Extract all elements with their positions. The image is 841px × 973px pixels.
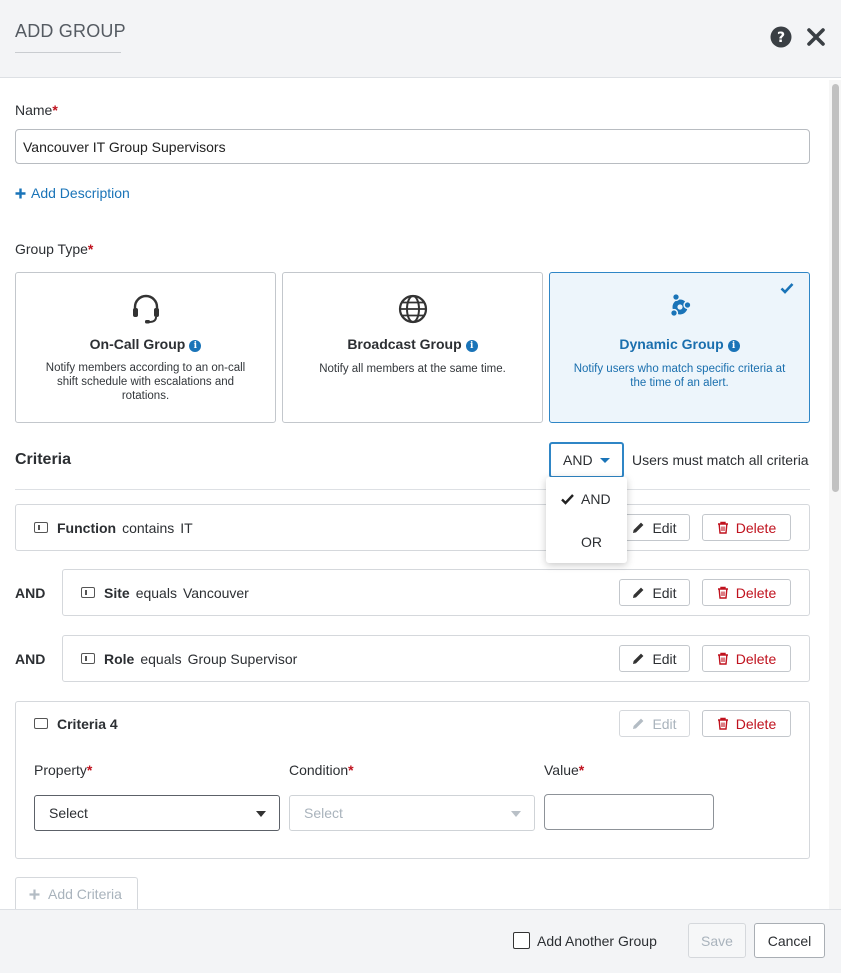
caret-down-icon xyxy=(256,811,266,817)
edit-button[interactable]: Edit xyxy=(619,579,690,606)
pencil-icon xyxy=(633,522,644,533)
scrollbar-thumb[interactable] xyxy=(832,84,839,492)
field-icon xyxy=(81,653,95,664)
trash-icon xyxy=(717,521,728,534)
dropdown-option-or[interactable]: OR xyxy=(546,521,627,563)
new-criteria-panel: Criteria 4 xyxy=(15,701,810,859)
and-connector: AND xyxy=(15,651,46,667)
group-type-title: Dynamic Group i xyxy=(550,336,809,352)
edit-button[interactable]: Edit xyxy=(619,514,690,541)
save-button: Save xyxy=(688,923,746,958)
dropdown-option-and[interactable]: AND xyxy=(546,478,627,520)
group-type-desc: Notify users who match specific criteria… xyxy=(573,363,786,389)
plus-icon xyxy=(15,188,26,198)
plus-icon xyxy=(29,889,40,899)
name-label: Name* xyxy=(15,102,58,118)
operator-dropdown-menu: AND OR xyxy=(546,477,627,563)
info-icon[interactable]: i xyxy=(465,340,478,352)
group-type-dynamic[interactable]: Dynamic Group i Notify users who match sp… xyxy=(549,272,810,423)
title-underline xyxy=(15,52,121,53)
condition-label: Condition* xyxy=(289,762,354,778)
match-description: Users must match all criteria xyxy=(632,452,809,468)
new-criteria-title: Criteria 4 xyxy=(57,716,118,732)
field-icon xyxy=(81,587,95,598)
add-description-link[interactable]: Add Description xyxy=(15,185,130,201)
group-type-desc: Notify members according to an on-call s… xyxy=(45,362,246,402)
close-icon[interactable] xyxy=(805,26,827,48)
divider xyxy=(15,489,810,490)
value-label: Value* xyxy=(544,762,585,778)
add-another-group-label[interactable]: Add Another Group xyxy=(537,933,657,949)
criteria-text: Site equals Vancouver xyxy=(104,585,249,601)
operator-value: AND xyxy=(563,452,593,468)
dialog-header: ADD GROUP ? xyxy=(0,0,841,78)
condition-select: Select xyxy=(289,795,535,831)
add-another-group-checkbox[interactable] xyxy=(513,932,530,949)
property-select[interactable]: Select xyxy=(34,795,280,831)
dialog-title: ADD GROUP xyxy=(15,21,126,41)
caret-down-icon xyxy=(600,458,610,463)
trash-icon xyxy=(717,586,728,599)
field-icon xyxy=(34,522,48,533)
globe-icon xyxy=(398,294,427,324)
trash-icon xyxy=(717,652,728,665)
trash-icon xyxy=(717,717,728,730)
property-label: Property* xyxy=(34,762,93,778)
delete-button[interactable]: Delete xyxy=(702,514,791,541)
caret-down-icon xyxy=(511,811,521,817)
required-mark: * xyxy=(87,241,94,257)
criteria-operator-select[interactable]: AND xyxy=(549,442,624,478)
svg-text:?: ? xyxy=(777,30,785,46)
info-icon[interactable]: i xyxy=(727,340,740,352)
group-type-desc: Notify all members at the same time. xyxy=(319,363,506,375)
pencil-icon xyxy=(633,587,644,598)
group-type-title: Broadcast Group i xyxy=(283,336,542,352)
field-icon xyxy=(34,718,48,729)
cancel-button[interactable]: Cancel xyxy=(754,923,825,958)
info-icon[interactable]: i xyxy=(189,340,202,352)
check-icon xyxy=(561,494,574,505)
group-type-on-call[interactable]: On-Call Group i Notify members according … xyxy=(15,272,276,423)
edit-button[interactable]: Edit xyxy=(619,645,690,672)
value-input[interactable] xyxy=(544,794,714,830)
and-connector: AND xyxy=(15,585,46,601)
group-type-broadcast[interactable]: Broadcast Group i Notify all members at t… xyxy=(282,272,543,423)
group-type-label: Group Type* xyxy=(15,241,94,257)
pencil-icon xyxy=(633,653,644,664)
dynamic-nodes-icon xyxy=(669,292,692,318)
criteria-row: Site equals Vancouver xyxy=(62,569,810,616)
delete-button[interactable]: Delete xyxy=(702,645,791,672)
add-description-label: Add Description xyxy=(31,185,130,201)
headset-icon xyxy=(132,294,159,324)
criteria-heading: Criteria xyxy=(15,451,72,468)
question-circle-icon[interactable]: ? xyxy=(770,26,792,48)
pencil-icon xyxy=(633,718,644,729)
criteria-text: Role equals Group Supervisor xyxy=(104,651,298,667)
group-type-title: On-Call Group i xyxy=(16,336,275,352)
check-icon xyxy=(780,283,794,294)
name-input[interactable] xyxy=(15,129,810,164)
criteria-row: Function contains IT xyxy=(15,504,810,551)
delete-button[interactable]: Delete xyxy=(702,710,791,737)
required-mark: * xyxy=(52,102,58,118)
criteria-text: Function contains IT xyxy=(57,520,193,536)
criteria-row: Role equals Group Supervisor xyxy=(62,635,810,682)
delete-button[interactable]: Delete xyxy=(702,579,791,606)
add-criteria-button: Add Criteria xyxy=(15,877,138,910)
edit-button-disabled: Edit xyxy=(619,710,690,737)
